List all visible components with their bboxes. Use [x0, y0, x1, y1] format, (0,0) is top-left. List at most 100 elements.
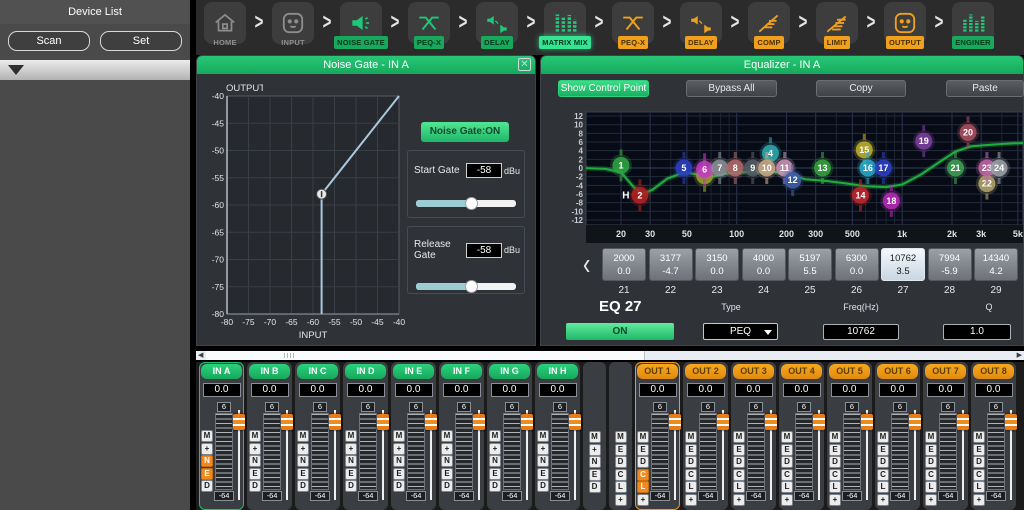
start-gate-slider-thumb[interactable] [465, 197, 478, 210]
strip-label[interactable]: IN H [537, 364, 578, 379]
fader-knob[interactable] [569, 414, 581, 430]
paste-button[interactable]: Paste [946, 80, 1024, 97]
strip-label[interactable]: OUT 2 [685, 364, 726, 379]
noise-gate-graph[interactable]: -40-45-50-55-60-65-70-75-80-80-75-70-65-… [203, 82, 435, 344]
strip-button-C[interactable]: C [925, 469, 937, 481]
strip-button-D[interactable]: D [489, 480, 501, 492]
release-gate-slider[interactable] [416, 283, 516, 290]
strip-button-E[interactable]: E [781, 444, 793, 456]
strip-button-+[interactable]: + [345, 443, 357, 455]
strip-button-E[interactable]: E [685, 444, 697, 456]
strip-button-M[interactable]: M [345, 430, 357, 442]
toolbar-item-delay-out[interactable]: DELAY [678, 0, 724, 49]
mixer-strip-in-e[interactable]: IN E0.0M+NED6-64 [391, 362, 436, 510]
strip-button-+[interactable]: + [973, 494, 985, 506]
strip-button-L[interactable]: L [781, 481, 793, 493]
fader-knob[interactable] [233, 414, 245, 430]
fader-knob[interactable] [473, 414, 485, 430]
strip-gain-value[interactable]: 0.0 [443, 383, 481, 397]
strip-button-E[interactable]: E [297, 468, 309, 480]
release-gate-value-input[interactable]: -58 [466, 243, 502, 258]
band-cell-24[interactable]: 40000.0 [742, 248, 786, 281]
strip-gain-value[interactable]: 0.0 [395, 383, 433, 397]
fader-knob[interactable] [765, 414, 777, 430]
fader-knob[interactable] [521, 414, 533, 430]
mixer-strip-out-5[interactable]: OUT 50.0MEDCL+6-64 [827, 362, 872, 510]
strip-button-D[interactable]: D [877, 456, 889, 468]
strip-label[interactable]: OUT 8 [973, 364, 1014, 379]
start-gate-slider[interactable] [416, 200, 516, 207]
strip-button-D[interactable]: D [615, 456, 627, 468]
strip-button-D[interactable]: D [297, 480, 309, 492]
strip-button-N[interactable]: N [345, 455, 357, 467]
strip-gain-value[interactable]: 0.0 [735, 383, 773, 397]
strip-button-E[interactable]: E [733, 444, 745, 456]
strip-button-D[interactable]: D [201, 480, 213, 492]
strip-button-+[interactable]: + [615, 494, 627, 506]
fader-knob[interactable] [957, 414, 969, 430]
strip-gain-value[interactable]: 0.0 [975, 383, 1013, 397]
strip-button-E[interactable]: E [489, 468, 501, 480]
strip-label[interactable]: IN B [249, 364, 290, 379]
type-select[interactable]: PEQ [703, 323, 778, 340]
strip-gain-value[interactable]: 0.0 [203, 383, 241, 397]
strip-button-D[interactable]: D [829, 456, 841, 468]
strip-button-L[interactable]: L [973, 481, 985, 493]
fader-knob[interactable] [669, 414, 681, 430]
freq-input[interactable]: 10762 [823, 324, 899, 340]
strip-label[interactable]: OUT 5 [829, 364, 870, 379]
band-cell-25[interactable]: 51975.5 [788, 248, 832, 281]
equalizer-graph[interactable]: 12H5678941011121314151617181921202223241… [546, 111, 1024, 243]
strip-button-L[interactable]: L [925, 481, 937, 493]
strip-label[interactable]: OUT 6 [877, 364, 918, 379]
strip-button-M[interactable]: M [685, 431, 697, 443]
strip-button-L[interactable]: L [637, 481, 649, 493]
strip-button-C[interactable]: C [615, 469, 627, 481]
strip-button-N[interactable]: N [489, 455, 501, 467]
strip-button-M[interactable]: M [877, 431, 889, 443]
strip-button-E[interactable]: E [345, 468, 357, 480]
fader-knob[interactable] [813, 414, 825, 430]
toolbar-item-output[interactable]: OUTPUT [882, 0, 928, 49]
strip-button-D[interactable]: D [925, 456, 937, 468]
strip-button-E[interactable]: E [201, 468, 213, 480]
horizontal-scrollbar[interactable]: ◀ ▶ [196, 351, 1024, 360]
strip-button-E[interactable]: E [589, 469, 601, 481]
fader-knob[interactable] [909, 414, 921, 430]
strip-button-L[interactable]: L [615, 481, 627, 493]
strip-button-N[interactable]: N [249, 455, 261, 467]
band-on-button[interactable]: ON [566, 323, 674, 340]
mixer-strip-master-2[interactable]: MEDCL+ [609, 362, 632, 510]
band-cell-29[interactable]: 143404.2 [974, 248, 1018, 281]
strip-button-N[interactable]: N [201, 455, 213, 467]
strip-button-M[interactable]: M [297, 430, 309, 442]
strip-button-+[interactable]: + [829, 494, 841, 506]
band-cell-23[interactable]: 31500.0 [695, 248, 739, 281]
q-input[interactable]: 1.0 [943, 324, 1011, 340]
strip-button-M[interactable]: M [637, 431, 649, 443]
strip-label[interactable]: OUT 1 [637, 364, 678, 379]
strip-button-M[interactable]: M [925, 431, 937, 443]
toolbar-item-enginer[interactable]: ENGINER [950, 0, 996, 49]
strip-button-D[interactable]: D [537, 480, 549, 492]
strip-gain-value[interactable]: 0.0 [347, 383, 385, 397]
strip-button-E[interactable]: E [637, 444, 649, 456]
band-cell-26[interactable]: 63000.0 [835, 248, 879, 281]
strip-label[interactable]: OUT 7 [925, 364, 966, 379]
strip-gain-value[interactable]: 0.0 [639, 383, 677, 397]
bypass-all-button[interactable]: Bypass All [686, 80, 777, 97]
strip-button-D[interactable]: D [589, 481, 601, 493]
fader-knob[interactable] [425, 414, 437, 430]
strip-button-+[interactable]: + [201, 443, 213, 455]
strip-button-N[interactable]: N [441, 455, 453, 467]
mixer-strip-out-6[interactable]: OUT 60.0MEDCL+6-64 [875, 362, 920, 510]
strip-button-+[interactable]: + [489, 443, 501, 455]
strip-button-N[interactable]: N [589, 456, 601, 468]
mixer-strip-out-2[interactable]: OUT 20.0MEDCL+6-64 [683, 362, 728, 510]
strip-button-E[interactable]: E [925, 444, 937, 456]
strip-button-E[interactable]: E [615, 444, 627, 456]
band-cell-22[interactable]: 3177-4.7 [649, 248, 693, 281]
mixer-strip-in-f[interactable]: IN F0.0M+NED6-64 [439, 362, 484, 510]
fader-knob[interactable] [1005, 414, 1017, 430]
strip-gain-value[interactable]: 0.0 [879, 383, 917, 397]
